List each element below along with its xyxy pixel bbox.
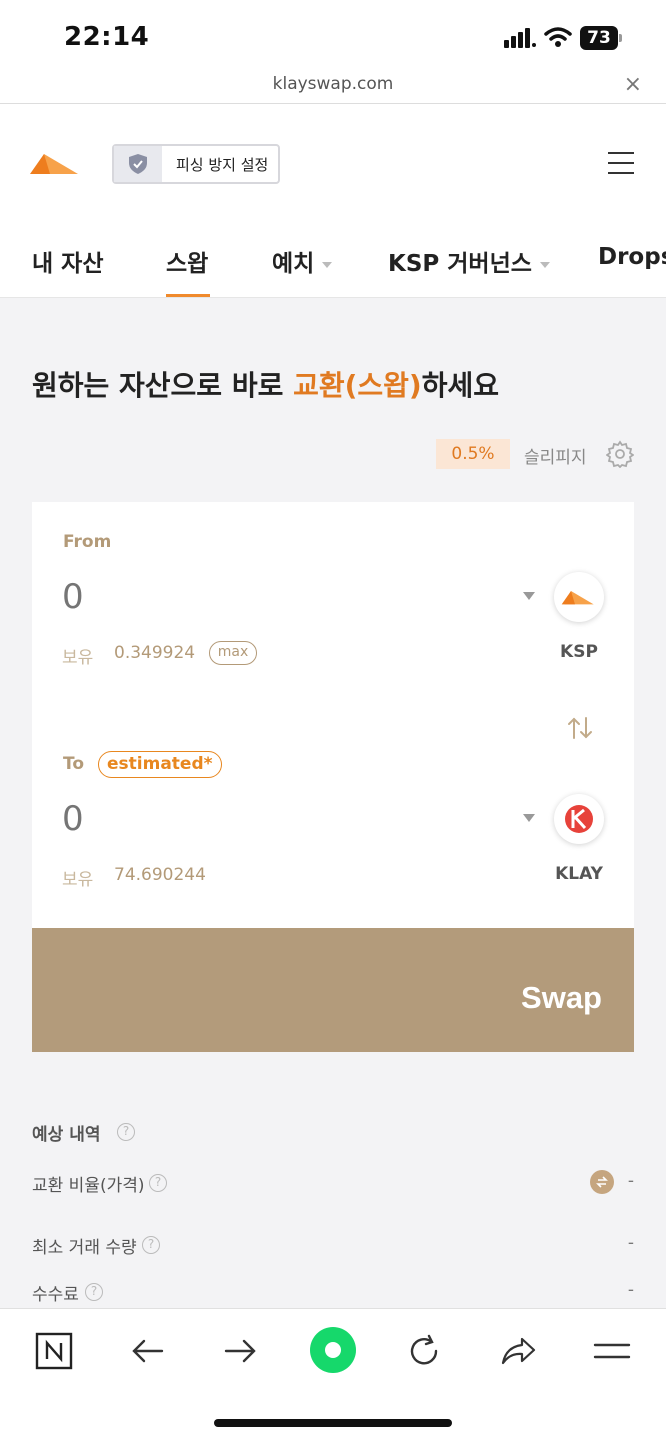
estimated-badge: estimated* — [98, 751, 222, 778]
forward-arrow-icon[interactable] — [220, 1331, 260, 1371]
from-amount-input[interactable] — [62, 572, 502, 622]
chevron-down-icon — [322, 261, 333, 268]
help-icon[interactable]: ? — [85, 1283, 103, 1301]
menu-lines-icon[interactable] — [592, 1331, 632, 1371]
from-token-name[interactable]: KSP — [539, 642, 619, 662]
max-button[interactable]: max — [209, 641, 257, 665]
from-token-dropdown[interactable] — [523, 592, 535, 600]
slippage-label: 슬리피지 — [524, 448, 587, 468]
shield-check-icon — [114, 146, 162, 182]
battery-icon: 73 — [580, 26, 622, 50]
fee-value: - — [627, 1280, 634, 1300]
from-balance-label: 보유 — [62, 648, 94, 668]
phishing-protection-label: 피싱 방지 설정 — [176, 155, 269, 174]
wifi-icon — [544, 27, 572, 47]
fee-label: 수수료 — [32, 1285, 79, 1305]
chevron-down-icon — [539, 261, 550, 268]
tab-deposit[interactable]: 예치 — [272, 244, 333, 278]
ksp-token-icon[interactable] — [554, 572, 604, 622]
browser-toolbar — [0, 1308, 666, 1440]
help-icon[interactable]: ? — [149, 1174, 167, 1192]
battery-level: 73 — [587, 28, 611, 48]
main-nav: 내 자산 스왑 예치 KSP 거버넌스 Drops — [0, 222, 666, 298]
phishing-protection-button[interactable]: 피싱 방지 설정 — [112, 144, 280, 184]
help-icon[interactable]: ? — [117, 1123, 135, 1141]
from-label: From — [63, 532, 112, 552]
site-header: 피싱 방지 설정 — [0, 104, 666, 222]
menu-icon[interactable] — [608, 152, 634, 174]
to-token-name[interactable]: KLAY — [539, 864, 619, 884]
to-label: To — [63, 754, 85, 774]
klayswap-logo[interactable] — [30, 148, 82, 178]
home-indicator — [214, 1419, 452, 1427]
swap-direction-icon[interactable] — [566, 716, 594, 740]
browser-url-bar: klayswap.com × — [0, 70, 666, 104]
min-trade-amount-label: 최소 거래 수량 — [32, 1238, 137, 1258]
swap-button[interactable]: Swap — [32, 928, 634, 1052]
min-trade-amount-value: - — [627, 1233, 634, 1253]
page-title: 원하는 자산으로 바로 교환(스왑)하세요 — [32, 369, 500, 402]
exchange-rate-value: - — [627, 1171, 634, 1191]
close-icon[interactable]: × — [624, 72, 642, 97]
status-bar: 22:14 73 — [0, 0, 666, 70]
back-arrow-icon[interactable] — [128, 1331, 168, 1371]
url-text[interactable]: klayswap.com — [0, 74, 666, 94]
to-amount-input[interactable] — [62, 794, 502, 844]
from-balance-value: 0.349924 — [114, 643, 196, 663]
to-balance-value: 74.690244 — [114, 865, 206, 885]
green-dot-icon[interactable] — [308, 1325, 358, 1375]
cellular-signal-icon — [504, 28, 536, 48]
tab-ksp-governance[interactable]: KSP 거버넌스 — [388, 244, 550, 278]
help-icon[interactable]: ? — [142, 1236, 160, 1254]
refresh-icon[interactable] — [404, 1331, 444, 1371]
klay-token-icon[interactable] — [554, 794, 604, 844]
naver-home-icon[interactable] — [34, 1331, 74, 1371]
swap-button-label: Swap — [521, 980, 602, 1015]
tab-drops[interactable]: Drops — [598, 244, 666, 270]
active-tab-indicator — [166, 294, 210, 297]
swap-card: From KSP 보유 0.349924 max To estimated* K… — [32, 502, 634, 930]
exchange-rate-toggle-icon[interactable] — [590, 1170, 614, 1194]
exchange-rate-label: 교환 비율(가격) — [32, 1176, 145, 1196]
slippage-value-badge[interactable]: 0.5% — [436, 439, 510, 469]
to-balance-label: 보유 — [62, 870, 94, 890]
expected-details-title: 예상 내역 — [32, 1125, 101, 1145]
status-time: 22:14 — [64, 22, 150, 52]
share-icon[interactable] — [498, 1331, 538, 1371]
to-token-dropdown[interactable] — [523, 814, 535, 822]
tab-swap[interactable]: 스왑 — [166, 244, 208, 278]
tab-my-assets[interactable]: 내 자산 — [32, 244, 104, 278]
gear-icon[interactable] — [606, 440, 634, 468]
